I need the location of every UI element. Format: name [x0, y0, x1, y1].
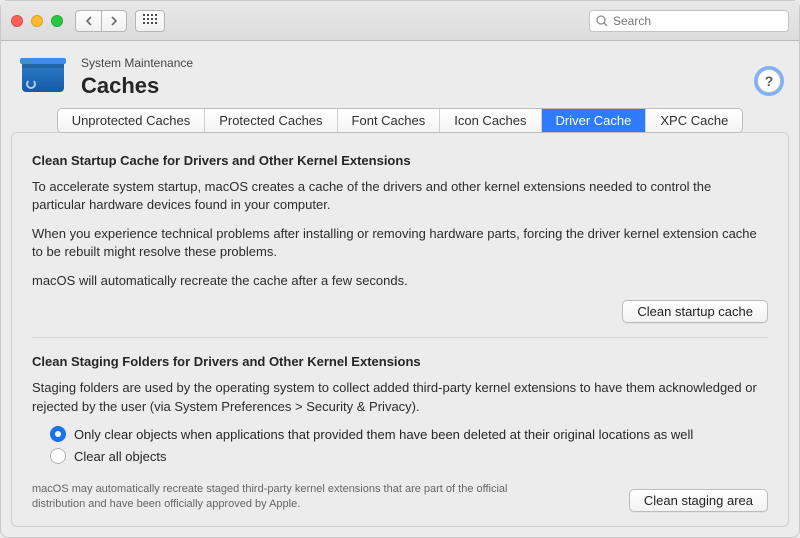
divider [32, 337, 768, 338]
section2-footnote: macOS may automatically recreate staged … [32, 482, 552, 512]
forward-button[interactable] [101, 10, 127, 32]
search-icon [596, 15, 608, 27]
section1-p1: To accelerate system startup, macOS crea… [32, 178, 768, 215]
minimize-window-button[interactable] [31, 15, 43, 27]
show-all-button[interactable] [135, 10, 165, 32]
tab-driver-cache[interactable]: Driver Cache [542, 109, 647, 132]
tab-icon-caches[interactable]: Icon Caches [440, 109, 541, 132]
nav-buttons [75, 10, 127, 32]
section1-p3: macOS will automatically recreate the ca… [32, 272, 768, 290]
breadcrumb: System Maintenance [81, 56, 193, 70]
pane-icon [19, 53, 67, 101]
grid-icon [143, 14, 157, 28]
tab-unprotected-caches[interactable]: Unprotected Caches [58, 109, 206, 132]
radio-only-deleted[interactable]: Only clear objects when applications tha… [32, 426, 768, 442]
traffic-lights [11, 15, 63, 27]
search-input[interactable] [613, 14, 782, 28]
tabs: Unprotected Caches Protected Caches Font… [57, 108, 744, 133]
section1-title: Clean Startup Cache for Drivers and Othe… [32, 153, 768, 168]
tab-xpc-cache[interactable]: XPC Cache [646, 109, 742, 132]
tabs-container: Unprotected Caches Protected Caches Font… [1, 107, 799, 132]
pane-header: System Maintenance Caches ? [1, 41, 799, 107]
radio-clear-all[interactable]: Clear all objects [32, 448, 768, 464]
content-panel: Clean Startup Cache for Drivers and Othe… [11, 132, 789, 527]
chevron-left-icon [85, 16, 93, 26]
header-titles: System Maintenance Caches [81, 56, 193, 99]
titlebar [1, 1, 799, 41]
radio-only-deleted-label: Only clear objects when applications tha… [74, 427, 693, 442]
prefs-window: System Maintenance Caches ? Unprotected … [0, 0, 800, 538]
clean-staging-area-button[interactable]: Clean staging area [629, 489, 768, 512]
radio-clear-all-indicator [50, 448, 66, 464]
zoom-window-button[interactable] [51, 15, 63, 27]
recycle-bin-icon [22, 62, 64, 92]
section2-title: Clean Staging Folders for Drivers and Ot… [32, 354, 768, 369]
panel-wrap: Clean Startup Cache for Drivers and Othe… [1, 132, 799, 537]
close-window-button[interactable] [11, 15, 23, 27]
search-field[interactable] [589, 10, 789, 32]
radio-only-deleted-indicator [50, 426, 66, 442]
chevron-right-icon [110, 16, 118, 26]
tab-protected-caches[interactable]: Protected Caches [205, 109, 337, 132]
section2-p1: Staging folders are used by the operatin… [32, 379, 768, 416]
section2-footer: macOS may automatically recreate staged … [32, 482, 768, 512]
back-button[interactable] [75, 10, 101, 32]
help-button[interactable]: ? [757, 69, 781, 93]
clean-startup-cache-button[interactable]: Clean startup cache [622, 300, 768, 323]
radio-clear-all-label: Clear all objects [74, 449, 167, 464]
section1-p2: When you experience technical problems a… [32, 225, 768, 262]
tab-font-caches[interactable]: Font Caches [338, 109, 441, 132]
page-title: Caches [81, 73, 193, 99]
